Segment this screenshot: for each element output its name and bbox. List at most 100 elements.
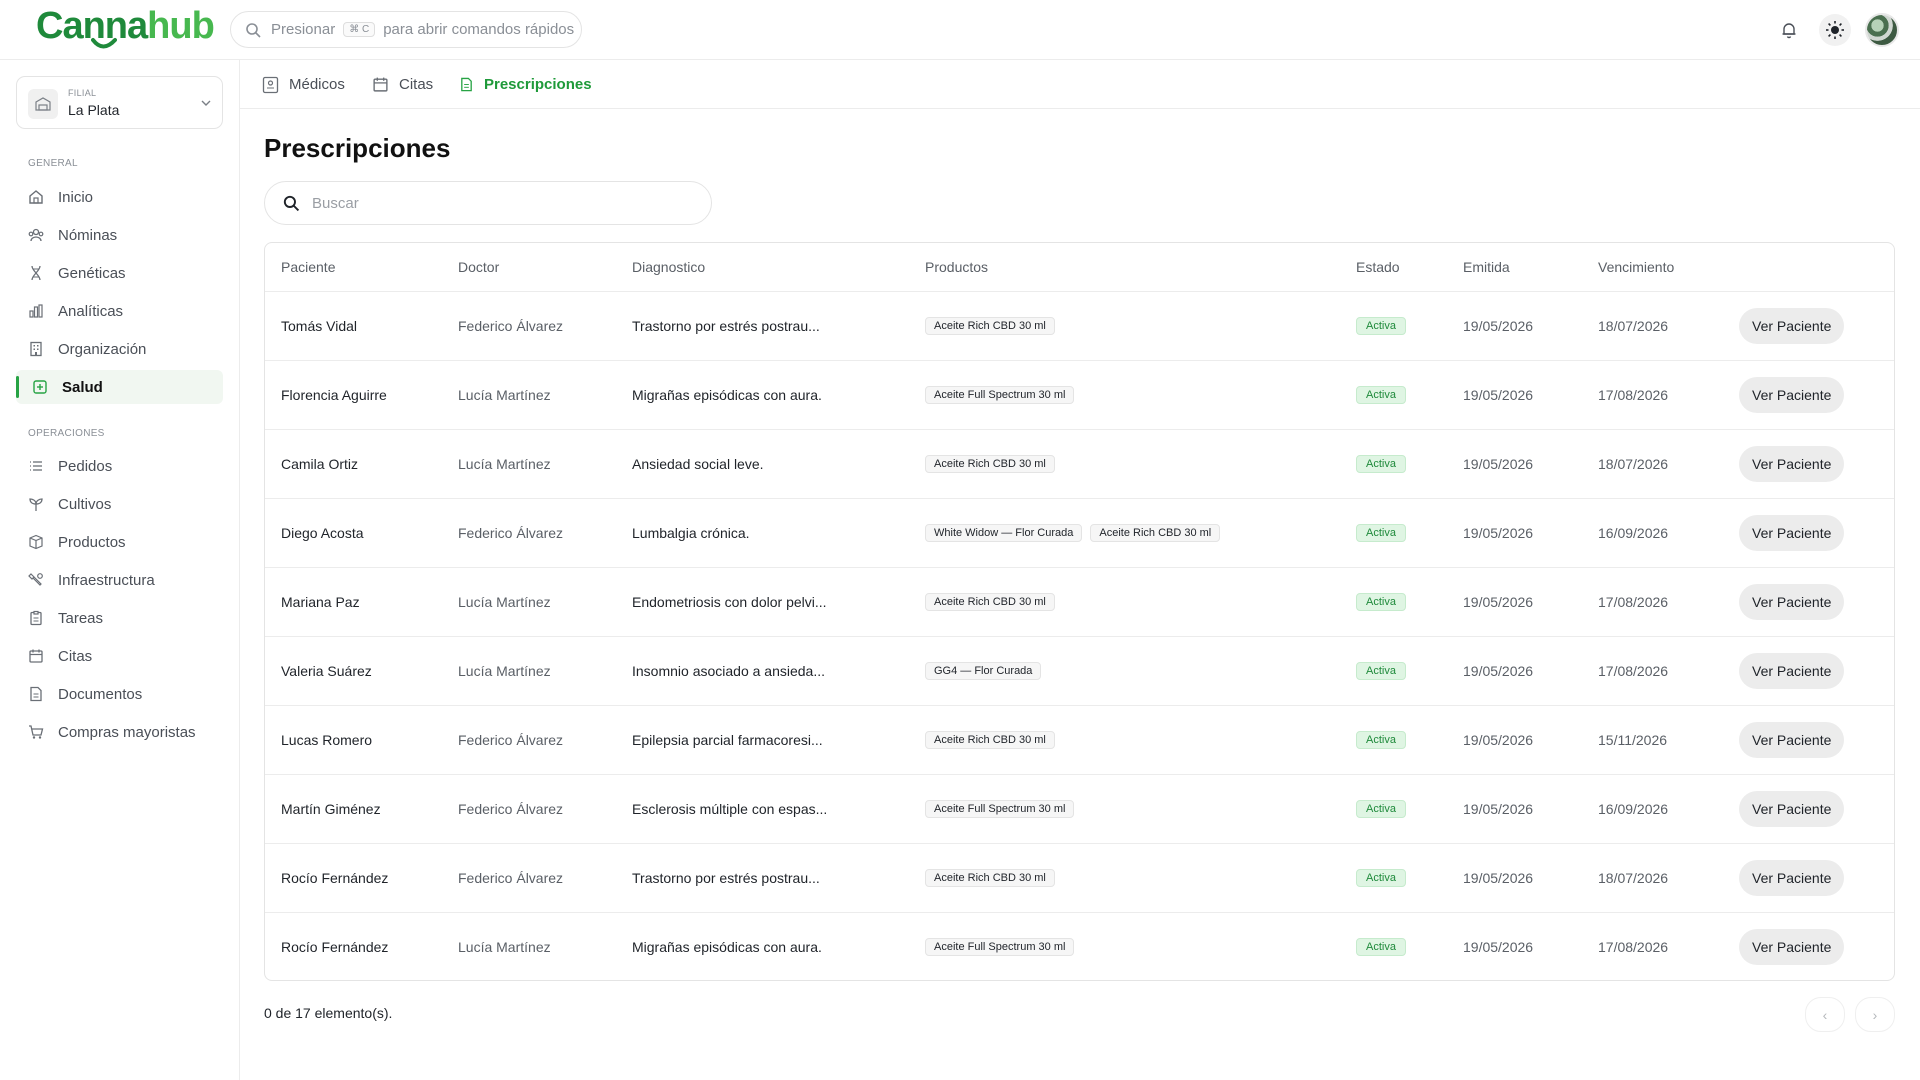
view-patient-button[interactable]: Ver Paciente bbox=[1739, 652, 1845, 689]
status-cell: Activa bbox=[1340, 498, 1447, 568]
search-input[interactable] bbox=[312, 194, 672, 212]
sidebar-item-label: Organización bbox=[58, 340, 147, 358]
sidebar: FILIAL La Plata GENERAL Inicio Nóminas G… bbox=[0, 60, 240, 1080]
table-row: Rocío Fernández Federico Álvarez Trastorno… bbox=[265, 843, 1894, 913]
product-chip: Aceite Rich CBD 30 ml bbox=[925, 593, 1055, 611]
sidebar-item-label: Infraestructura bbox=[58, 571, 155, 589]
sidebar-item-geneticas[interactable]: Genéticas bbox=[16, 256, 223, 290]
view-patient-button[interactable]: Ver Paciente bbox=[1739, 583, 1845, 620]
clipboard-icon bbox=[30, 610, 42, 626]
column-header[interactable]: Diagnostico bbox=[616, 243, 909, 292]
product-chip: Aceite Full Spectrum 30 ml bbox=[925, 386, 1075, 404]
view-patient-button[interactable]: Ver Paciente bbox=[1739, 721, 1845, 758]
sidebar-item-analiticas[interactable]: Analíticas bbox=[16, 294, 223, 328]
action-cell: Ver Paciente bbox=[1723, 843, 1894, 913]
view-patient-button[interactable]: Ver Paciente bbox=[1739, 307, 1845, 344]
theme-toggle-button[interactable] bbox=[1819, 14, 1851, 46]
issued-date-cell: 19/05/2026 bbox=[1447, 360, 1582, 430]
branch-selector[interactable]: FILIAL La Plata bbox=[16, 76, 223, 129]
action-cell: Ver Paciente bbox=[1723, 360, 1894, 430]
notifications-button[interactable] bbox=[1773, 14, 1805, 46]
status-badge: Activa bbox=[1356, 938, 1406, 957]
previous-page-button[interactable]: ‹ bbox=[1805, 997, 1845, 1032]
tab-medicos[interactable]: Médicos bbox=[262, 60, 345, 109]
section-title-operaciones: OPERACIONES bbox=[28, 428, 105, 439]
action-cell: Ver Paciente bbox=[1723, 429, 1894, 499]
view-patient-button[interactable]: Ver Paciente bbox=[1739, 790, 1845, 827]
issued-date-cell: 19/05/2026 bbox=[1447, 567, 1582, 637]
products-cell: Aceite Rich CBD 30 ml bbox=[909, 429, 1340, 499]
sidebar-item-cultivos[interactable]: Cultivos bbox=[16, 487, 223, 521]
issued-date-cell: 19/05/2026 bbox=[1463, 938, 1534, 955]
view-patient-button[interactable]: Ver Paciente bbox=[1739, 928, 1845, 965]
sidebar-item-organizacion[interactable]: Organización bbox=[16, 332, 223, 366]
sidebar-item-tareas[interactable]: Tareas bbox=[16, 601, 223, 635]
user-avatar[interactable] bbox=[1865, 13, 1899, 47]
diagnosis-cell: Migrañas episódicas con aura. bbox=[632, 938, 822, 955]
column-header[interactable]: Vencimiento bbox=[1582, 243, 1723, 292]
sidebar-item-citas[interactable]: Citas bbox=[16, 639, 223, 673]
expiry-date-cell: 16/09/2026 bbox=[1582, 498, 1723, 568]
view-patient-button[interactable]: Ver Paciente bbox=[1739, 514, 1845, 551]
status-cell: Activa bbox=[1340, 429, 1447, 499]
column-header[interactable]: Productos bbox=[909, 243, 1340, 292]
doctor-cell: Lucía Martínez bbox=[442, 360, 616, 430]
issued-date-cell: 19/05/2026 bbox=[1447, 774, 1582, 844]
patient-cell: Mariana Paz bbox=[265, 567, 442, 637]
expiry-date-cell: 18/07/2026 bbox=[1582, 429, 1723, 499]
patient-cell: Florencia Aguirre bbox=[265, 360, 442, 430]
action-cell: Ver Paciente bbox=[1723, 567, 1894, 637]
tools-icon bbox=[28, 573, 43, 586]
sidebar-item-inicio[interactable]: Inicio bbox=[16, 180, 223, 214]
status-cell: Activa bbox=[1340, 567, 1447, 637]
column-header bbox=[1723, 243, 1894, 292]
product-chip: Aceite Rich CBD 30 ml bbox=[925, 455, 1055, 473]
column-header[interactable]: Emitida bbox=[1447, 243, 1582, 292]
cannahub-logo[interactable]: Cannahub bbox=[36, 4, 215, 48]
status-cell: Activa bbox=[1340, 843, 1447, 913]
sidebar-item-pedidos[interactable]: Pedidos bbox=[16, 449, 223, 483]
table-row: Camila Ortiz Lucía Martínez Ansiedad socia… bbox=[265, 429, 1894, 499]
sidebar-item-label: Citas bbox=[58, 647, 93, 665]
products-cell: Aceite Full Spectrum 30 ml bbox=[909, 360, 1340, 430]
tab-citas[interactable]: Citas bbox=[372, 60, 433, 109]
action-cell: Ver Paciente bbox=[1723, 498, 1894, 568]
patient-cell: Rocío Fernández bbox=[281, 938, 389, 955]
quick-command-search[interactable]: Presionar ⌘ C para abrir comandos rápido… bbox=[230, 11, 582, 48]
branch-value: La Plata bbox=[68, 102, 120, 118]
products-cell: Aceite Rich CBD 30 ml bbox=[909, 291, 1340, 361]
view-patient-button[interactable]: Ver Paciente bbox=[1739, 376, 1845, 413]
sidebar-item-documentos[interactable]: Documentos bbox=[16, 677, 223, 711]
view-patient-button[interactable]: Ver Paciente bbox=[1739, 445, 1845, 482]
action-cell: Ver Paciente bbox=[1723, 705, 1894, 775]
tab-prescripciones[interactable]: Prescripciones bbox=[459, 60, 592, 109]
doctor-icon bbox=[262, 76, 279, 93]
diagnosis-cell: Endometriosis con dolor pelvi... bbox=[616, 567, 909, 637]
building-icon bbox=[30, 341, 42, 357]
prescriptions-search[interactable] bbox=[264, 181, 712, 225]
patient-cell: Camila Ortiz bbox=[265, 429, 442, 499]
tab-label: Prescripciones bbox=[484, 76, 592, 93]
table-row: Florencia Aguirre Lucía Martínez Migrañas … bbox=[265, 360, 1894, 430]
sidebar-item-label: Genéticas bbox=[58, 264, 126, 282]
view-patient-button[interactable]: Ver Paciente bbox=[1739, 859, 1845, 896]
column-header[interactable]: Estado bbox=[1340, 243, 1447, 292]
sidebar-item-compras-mayoristas[interactable]: Compras mayoristas bbox=[16, 715, 223, 749]
action-cell: Ver Paciente bbox=[1723, 636, 1894, 706]
sidebar-item-infraestructura[interactable]: Infraestructura bbox=[16, 563, 223, 597]
column-header[interactable]: Paciente bbox=[265, 243, 442, 292]
sidebar-item-nominas[interactable]: Nóminas bbox=[16, 218, 223, 252]
column-header[interactable]: Doctor bbox=[442, 243, 616, 292]
expiry-date-cell: 17/08/2026 bbox=[1582, 360, 1723, 430]
sidebar-item-salud[interactable]: Salud bbox=[16, 370, 223, 404]
sidebar-item-label: Documentos bbox=[58, 685, 143, 703]
sidebar-item-productos[interactable]: Productos bbox=[16, 525, 223, 559]
issued-date-cell: 19/05/2026 bbox=[1447, 498, 1582, 568]
sidebar-item-label: Cultivos bbox=[58, 495, 112, 513]
next-page-button[interactable]: › bbox=[1855, 997, 1895, 1032]
table-row: Tomás Vidal Federico Álvarez Trastorno por… bbox=[265, 291, 1894, 361]
table-row: Mariana Paz Lucía Martínez Endometriosis c… bbox=[265, 567, 1894, 637]
expiry-date-cell: 18/07/2026 bbox=[1582, 843, 1723, 913]
status-cell: Activa bbox=[1340, 774, 1447, 844]
status-badge: Activa bbox=[1356, 800, 1406, 818]
